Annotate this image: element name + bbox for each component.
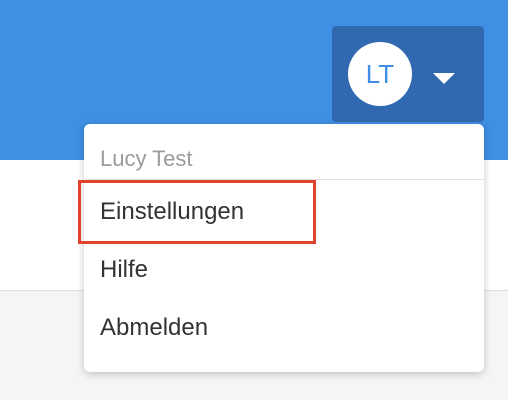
avatar: LT [348, 42, 412, 106]
menu-item-help[interactable]: Hilfe [84, 242, 484, 298]
menu-user-header: Lucy Test [84, 124, 484, 180]
menu-username: Lucy Test [100, 146, 193, 171]
highlight-annotation [78, 180, 316, 244]
user-menu-button[interactable]: LT [332, 26, 484, 122]
menu-item-label: Hilfe [100, 256, 149, 283]
menu-item-logout[interactable]: Abmelden [84, 300, 484, 356]
menu-item-label: Abmelden [100, 314, 209, 341]
user-dropdown-menu: Lucy Test Einstellungen Hilfe Abmelden [84, 124, 484, 372]
avatar-initials: LT [365, 58, 395, 89]
caret-down-icon [433, 73, 455, 84]
